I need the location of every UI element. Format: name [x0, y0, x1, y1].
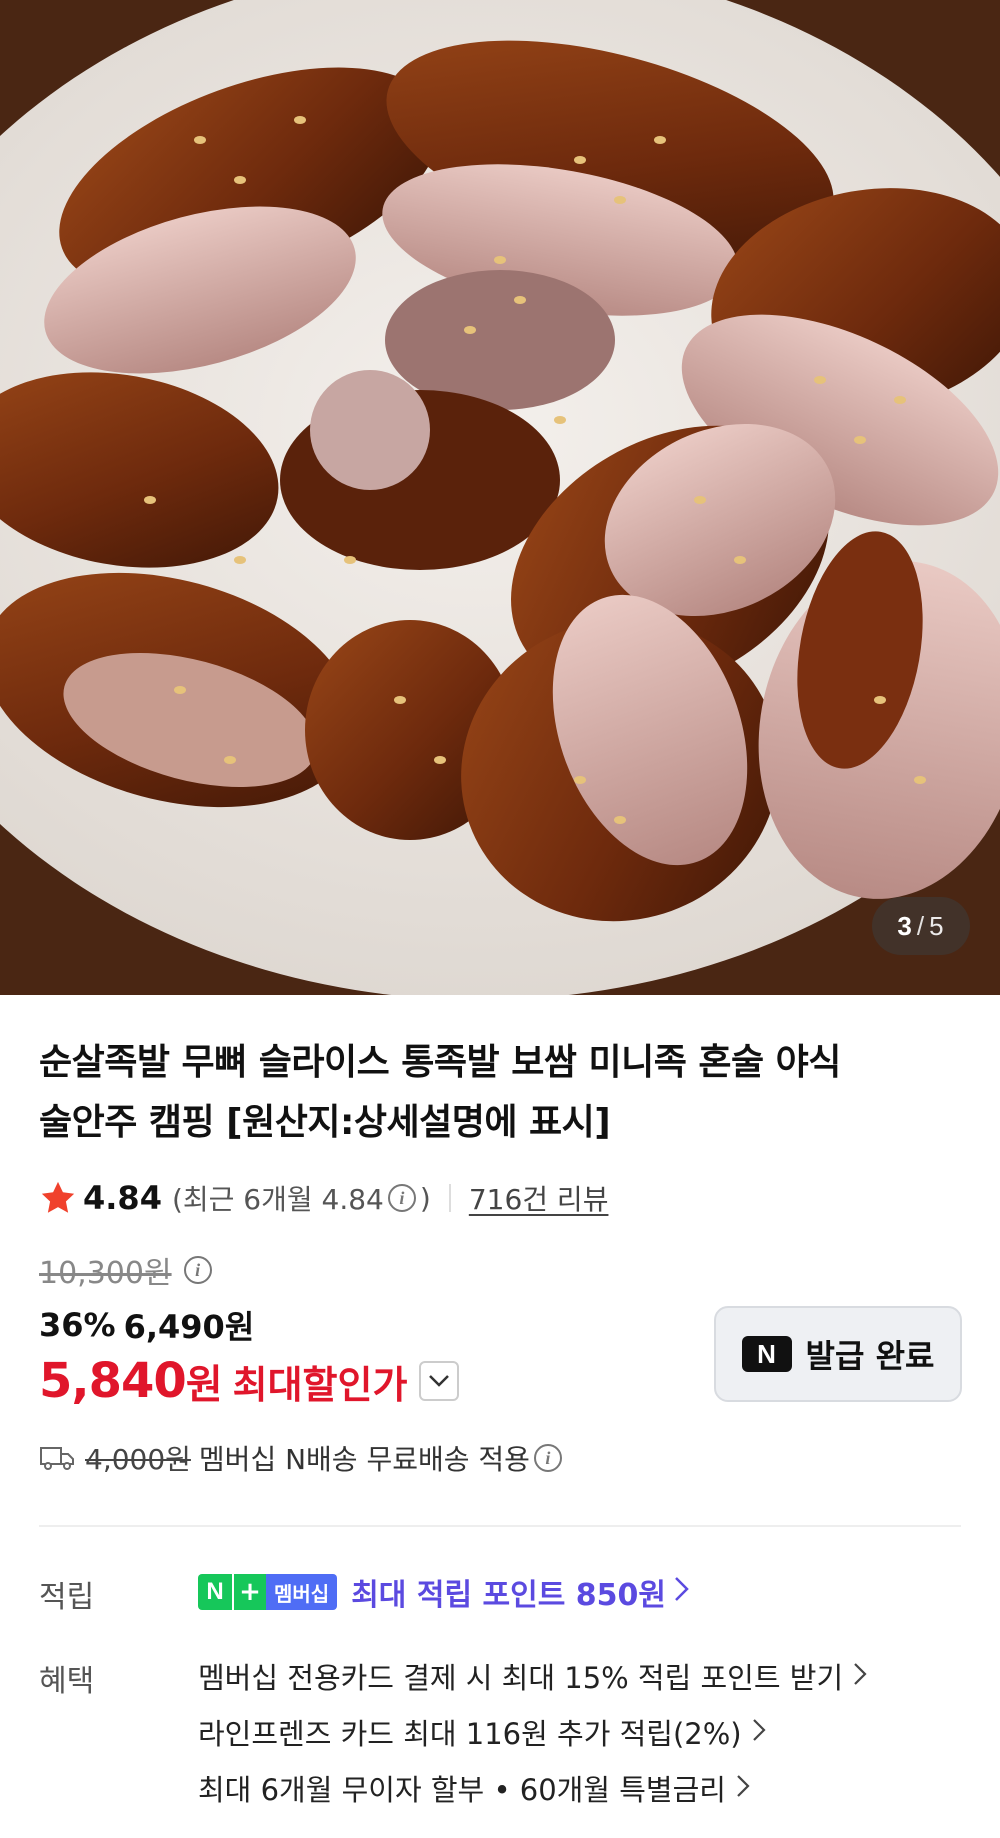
membership-badge-n: N	[198, 1574, 232, 1610]
benefits-list: 멤버십 전용카드 결제 시 최대 15% 적립 포인트 받기 라인프렌즈 카드 …	[198, 1648, 867, 1816]
membership-badge: N + 멤버십	[198, 1574, 338, 1610]
image-counter-current: 3	[897, 910, 913, 941]
benefits-label: 혜택	[39, 1664, 95, 1699]
rating-recent-close: )	[419, 1181, 431, 1215]
shipping-old-fee: 4,000원	[85, 1443, 191, 1476]
star-icon	[41, 1181, 75, 1213]
max-discount-unit: 원	[185, 1362, 223, 1408]
chevron-right-icon	[674, 1575, 690, 1610]
points-label: 적립	[39, 1580, 95, 1615]
benefit-text: 최대 6개월 무이자 할부 • 60개월 특별금리	[198, 1773, 726, 1807]
benefit-item[interactable]: 최대 6개월 무이자 할부 • 60개월 특별금리	[198, 1760, 867, 1816]
max-discount-row[interactable]: 5,840 원 최대할인가	[39, 1352, 460, 1410]
shipping-row: 4,000원 멤버십 N배송 무료배송 적용 i	[39, 1438, 566, 1478]
sale-price-row: 36% 6,490원	[39, 1302, 254, 1348]
rating-score: 4.84	[83, 1179, 162, 1217]
rating-recent-text: (최근 6개월 4.84	[171, 1183, 384, 1216]
discount-rate: 36%	[39, 1306, 116, 1344]
benefit-item[interactable]: 멤버십 전용카드 결제 시 최대 15% 적립 포인트 받기	[198, 1648, 867, 1704]
original-price-row: 10,300원 i	[39, 1248, 216, 1292]
coupon-issued-button[interactable]: N 발급 완료	[714, 1306, 962, 1402]
image-counter: 3 / 5	[872, 897, 970, 955]
membership-badge-text: 멤버십	[266, 1574, 338, 1610]
plus-icon: +	[232, 1574, 266, 1610]
product-image[interactable]: 3 / 5	[0, 0, 1000, 995]
chevron-right-icon	[736, 1771, 750, 1806]
original-price: 10,300원	[39, 1256, 172, 1291]
info-icon[interactable]: i	[533, 1444, 562, 1472]
chevron-right-icon	[853, 1659, 867, 1694]
points-row[interactable]: N + 멤버십 최대 적립 포인트 850원	[198, 1570, 690, 1614]
shipping-text: 멤버십 N배송 무료배송 적용	[198, 1443, 530, 1476]
rating-row: 4.84 (최근 6개월 4.84 i ) 716건 리뷰	[39, 1175, 608, 1221]
sale-price: 6,490원	[123, 1308, 255, 1346]
chevron-right-icon	[752, 1715, 766, 1750]
naver-n-icon: N	[741, 1336, 792, 1372]
product-title-line2: 술안주 캠핑 [원산지:상세설명에 표시]	[39, 1102, 611, 1143]
max-discount-price: 5,840	[39, 1353, 187, 1409]
truck-icon	[40, 1447, 74, 1470]
image-counter-total: 5	[929, 910, 945, 941]
chevron-down-icon[interactable]	[419, 1361, 460, 1401]
review-count-link[interactable]: 716건 리뷰	[469, 1178, 609, 1218]
divider	[39, 1525, 961, 1527]
info-icon[interactable]: i	[183, 1256, 212, 1284]
benefit-item[interactable]: 라인프렌즈 카드 최대 116원 추가 적립(2%)	[198, 1704, 867, 1760]
product-title: 순살족발 무뼈 슬라이스 통족발 보쌈 미니족 혼술 야식 술안주 캠핑 [원산…	[39, 1033, 939, 1153]
coupon-label: 발급 완료	[805, 1337, 935, 1375]
max-points-text: 최대 적립 포인트 850원	[351, 1578, 666, 1613]
info-icon[interactable]: i	[387, 1184, 416, 1212]
product-title-line1: 순살족발 무뼈 슬라이스 통족발 보쌈 미니족 혼술 야식	[39, 1042, 841, 1083]
benefit-text: 멤버십 전용카드 결제 시 최대 15% 적립 포인트 받기	[198, 1661, 844, 1695]
divider-vertical	[448, 1184, 451, 1212]
product-photo-jokbal	[0, 0, 1000, 995]
rating-recent: (최근 6개월 4.84 i )	[172, 1178, 431, 1218]
max-discount-label: 최대할인가	[232, 1362, 408, 1407]
benefit-text: 라인프렌즈 카드 최대 116원 추가 적립(2%)	[198, 1717, 742, 1751]
image-counter-separator: /	[916, 910, 926, 941]
